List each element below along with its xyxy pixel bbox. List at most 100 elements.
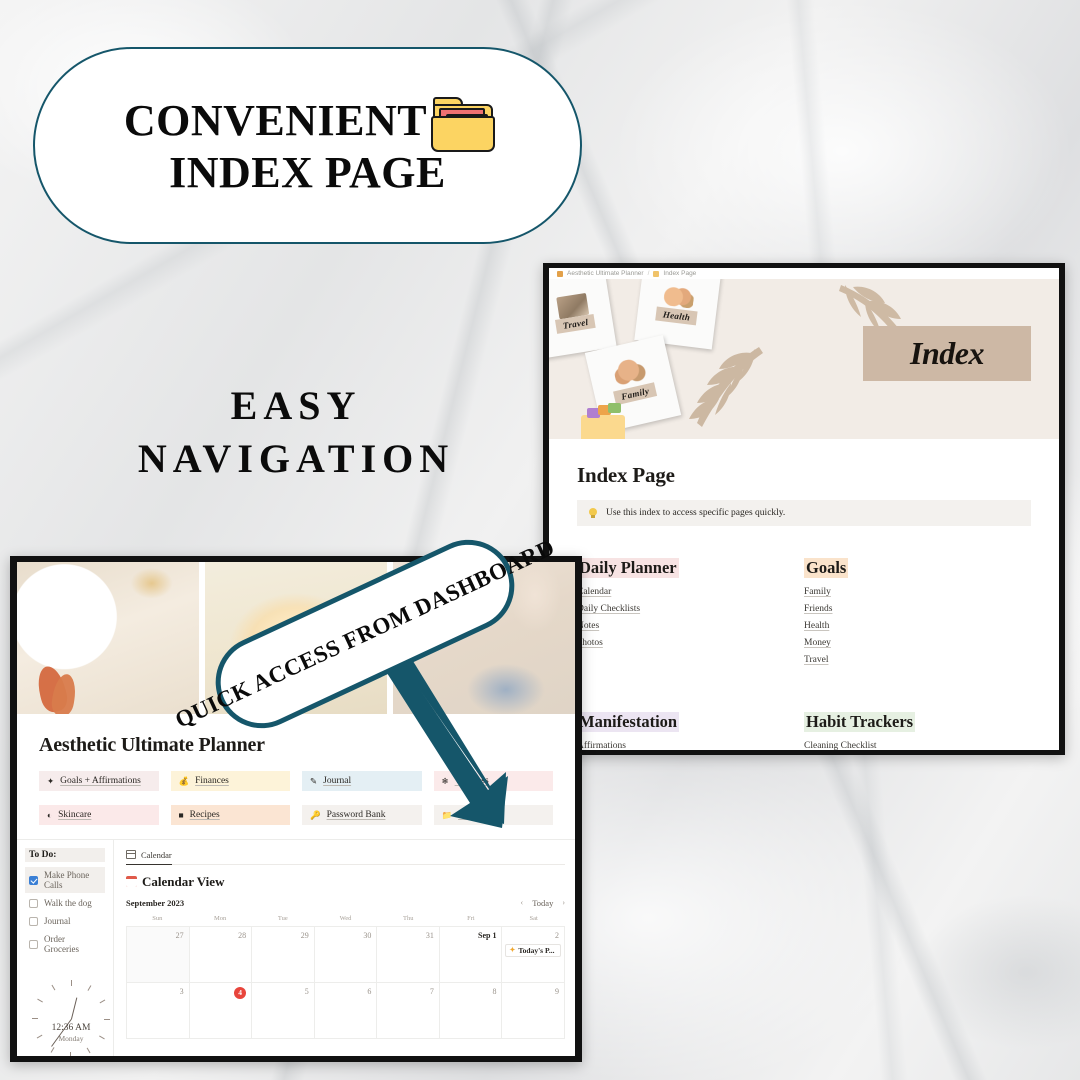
nav-button-label: Skincare bbox=[58, 810, 92, 820]
nav-button-label: Index Page bbox=[458, 810, 501, 820]
calendar-week-row: 3 4 5 6 7 8 9 bbox=[127, 982, 566, 1039]
calendar-day-cell[interactable]: 5 bbox=[252, 982, 315, 1039]
section-heading: Manifestation bbox=[577, 712, 680, 732]
nav-button-recipes[interactable]: ■ Recipes bbox=[170, 805, 290, 825]
todo-item-label: Journal bbox=[44, 916, 71, 926]
calendar-grid: 27 28 29 30 31 Sep 1 2 ✦ Today's P... 3 … bbox=[126, 925, 566, 1039]
index-link[interactable]: Calendar bbox=[577, 587, 611, 597]
calendar-day-cell[interactable]: 29 bbox=[252, 926, 315, 983]
calendar-day-number: 3 bbox=[179, 986, 184, 996]
nav-button-finances[interactable]: 💰 Finances bbox=[170, 771, 290, 791]
file-box-icon bbox=[581, 403, 625, 439]
nav-button-password-bank[interactable]: 🔑 Password Bank bbox=[302, 805, 422, 825]
breadcrumb-parent[interactable]: Aesthetic Ultimate Planner bbox=[567, 270, 644, 277]
calendar-day-number: 8 bbox=[492, 986, 497, 996]
calendar-day-cell[interactable]: 7 bbox=[377, 982, 440, 1039]
todo-item[interactable]: Order Groceries bbox=[25, 931, 105, 957]
subheadline-line-2: NAVIGATION bbox=[137, 435, 455, 481]
nav-button-skincare[interactable]: ◐ Skincare bbox=[39, 805, 159, 825]
calendar-view-title: Calendar View bbox=[126, 874, 565, 890]
calendar-weekday-header: Sun Mon Tue Wed Thu Fri Sat bbox=[126, 915, 565, 922]
breadcrumb-current[interactable]: Index Page bbox=[663, 270, 696, 277]
index-section-manifestation: Manifestation Affirmations Vision Board bbox=[577, 712, 804, 750]
nav-button-label: Wellness bbox=[454, 776, 489, 786]
weekday-label: Mon bbox=[213, 914, 227, 922]
nav-button-index-page[interactable]: 📁 Index Page bbox=[433, 805, 553, 825]
calendar-day-cell[interactable]: 3 bbox=[127, 982, 190, 1039]
clock-time: 12:36 AM bbox=[51, 1023, 91, 1033]
subheadline: EASY NAVIGATION bbox=[0, 380, 592, 486]
nav-button-goals-affirmations[interactable]: ✦ Goals + Affirmations bbox=[39, 771, 159, 791]
tab-calendar[interactable]: Calendar bbox=[126, 850, 172, 865]
index-link[interactable]: Travel bbox=[804, 655, 828, 665]
calendar-day-cell[interactable]: 30 bbox=[314, 926, 378, 983]
index-hint-text: Use this index to access specific pages … bbox=[606, 508, 786, 518]
index-section-goals: Goals Family Friends Health Money Travel bbox=[804, 558, 1031, 672]
headline-line-1: CONVENIENT bbox=[123, 96, 428, 146]
calendar-day-cell[interactable]: 2 ✦ Today's P... bbox=[502, 926, 566, 983]
nav-button-label: Password Bank bbox=[326, 810, 386, 820]
calendar-day-cell[interactable]: 28 bbox=[189, 926, 253, 983]
index-link[interactable]: Money bbox=[804, 638, 831, 648]
folder-icon: 📁 bbox=[441, 809, 453, 820]
todo-item[interactable]: Journal bbox=[25, 913, 105, 929]
nav-button-label: Finances bbox=[195, 776, 229, 786]
calendar-panel: Calendar Calendar View September 2023 ‹ … bbox=[113, 840, 575, 1056]
calendar-day-cell[interactable]: 8 bbox=[439, 982, 503, 1039]
calendar-next-button[interactable]: › bbox=[562, 898, 565, 907]
dashboard-nav-row-1: ✦ Goals + Affirmations 💰 Finances ✎ Jour… bbox=[39, 771, 553, 791]
nav-button-journal[interactable]: ✎ Journal bbox=[302, 771, 422, 791]
index-section-habit-trackers: Habit Trackers Cleaning Checklist Habit … bbox=[804, 712, 1031, 750]
index-section-daily-planner: Daily Planner Calendar Daily Checklists … bbox=[577, 558, 804, 672]
calendar-day-cell[interactable]: 27 bbox=[127, 926, 190, 983]
calendar-view-title-text: Calendar View bbox=[142, 873, 225, 889]
calendar-day-cell[interactable]: 31 bbox=[377, 926, 440, 983]
clock-dial bbox=[31, 979, 111, 1056]
weekday-label: Tue bbox=[277, 914, 288, 922]
calendar-event[interactable]: ✦ Today's P... bbox=[505, 943, 562, 957]
todo-checkbox[interactable] bbox=[29, 916, 38, 926]
calendar-day-number: 5 bbox=[304, 986, 309, 996]
pencil-icon: ✎ bbox=[310, 775, 318, 786]
calendar-day-cell[interactable]: 6 bbox=[314, 982, 378, 1039]
flower-icon: ❄ bbox=[441, 775, 449, 786]
index-banner: Index bbox=[863, 326, 1031, 381]
key-icon: 🔑 bbox=[310, 809, 321, 820]
calendar-prev-button[interactable]: ‹ bbox=[521, 898, 524, 907]
index-link[interactable]: Affirmations bbox=[577, 741, 626, 750]
index-section-row-1: Daily Planner Calendar Daily Checklists … bbox=[577, 558, 1031, 672]
index-link[interactable]: Daily Checklists bbox=[577, 604, 640, 614]
nav-button-wellness[interactable]: ❄ Wellness bbox=[433, 771, 553, 791]
index-banner-text: Index bbox=[910, 335, 984, 371]
index-hint-callout: Use this index to access specific pages … bbox=[577, 500, 1031, 526]
palm-frond-decoration bbox=[689, 347, 763, 427]
nav-button-label: Recipes bbox=[189, 810, 220, 820]
section-heading: Daily Planner bbox=[577, 558, 679, 578]
money-icon: 💰 bbox=[178, 775, 190, 786]
calendar-day-cell[interactable]: Sep 1 bbox=[439, 926, 503, 983]
weekday-label: Sat bbox=[529, 914, 538, 922]
subheadline-line-1: EASY bbox=[230, 383, 362, 428]
todo-item[interactable]: Make Phone Calls bbox=[25, 867, 105, 893]
todo-checkbox[interactable] bbox=[29, 898, 38, 908]
cover-card-travel: Travel bbox=[549, 279, 617, 359]
calendar-today-button[interactable]: Today bbox=[532, 898, 553, 908]
section-heading: Goals bbox=[804, 558, 849, 578]
index-link[interactable]: Health bbox=[804, 621, 829, 631]
index-link[interactable]: Friends bbox=[804, 604, 833, 614]
index-link[interactable]: Cleaning Checklist bbox=[804, 741, 877, 750]
calendar-day-number: 9 bbox=[555, 986, 560, 996]
clock-hour-hand bbox=[71, 997, 78, 1020]
calendar-day-cell[interactable]: 4 bbox=[189, 982, 253, 1039]
sparkle-icon: ✦ bbox=[47, 775, 55, 786]
calendar-day-number: 28 bbox=[238, 930, 247, 940]
todo-checkbox[interactable] bbox=[29, 875, 38, 885]
calendar-day-cell[interactable]: 9 bbox=[502, 982, 566, 1039]
calendar-day-number: 27 bbox=[175, 930, 184, 940]
calendar-icon bbox=[126, 850, 136, 859]
todo-item-label: Order Groceries bbox=[44, 934, 79, 954]
todo-checkbox[interactable] bbox=[29, 939, 38, 949]
todo-item[interactable]: Walk the dog bbox=[25, 895, 105, 911]
weekday-label: Fri bbox=[467, 914, 475, 922]
index-link[interactable]: Family bbox=[804, 587, 831, 597]
